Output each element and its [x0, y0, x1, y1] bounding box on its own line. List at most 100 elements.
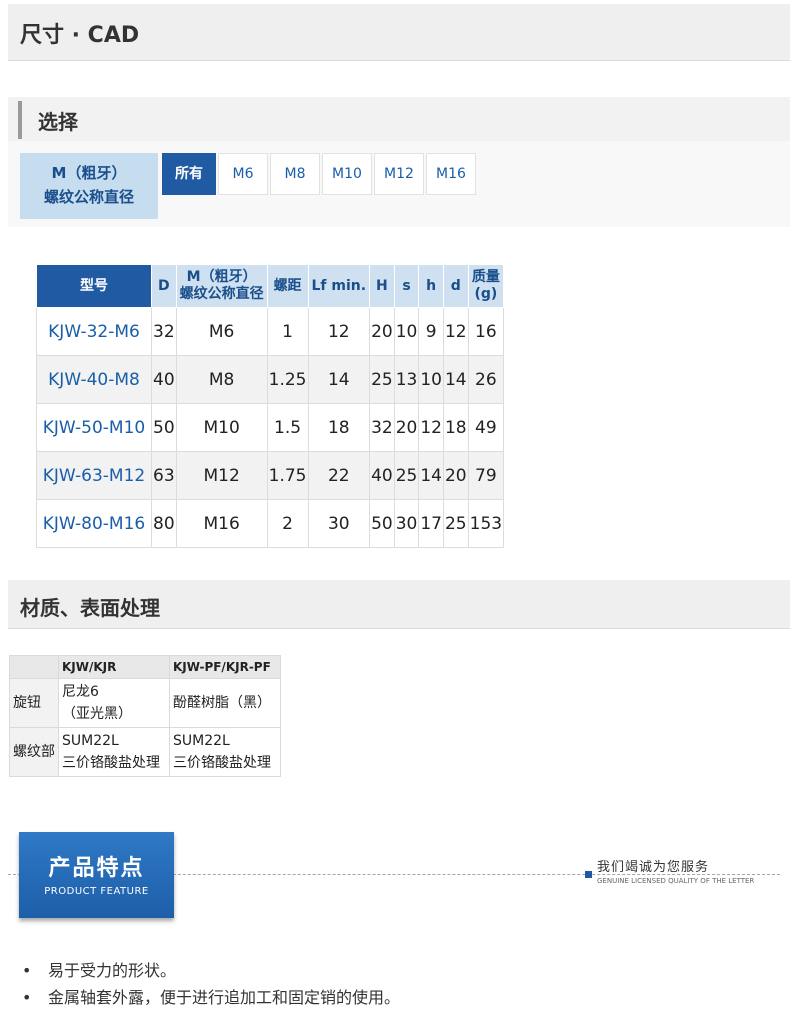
cell-mass: 16 [467, 307, 505, 356]
cell-s: 13 [393, 355, 420, 404]
cell-s: 10 [393, 307, 420, 356]
feature-title-en: PRODUCT FEATURE [44, 886, 149, 897]
table-row: KJW-32-M6 32 M6 1 12 20 10 9 12 16 [36, 307, 505, 356]
mat-cell-thread-kjw: SUM22L 三价铬酸盐处理 [58, 727, 170, 777]
col-header-lf: Lf min. [307, 264, 371, 308]
mat-row-label-knob: 旋钮 [9, 678, 59, 728]
mat-cell-thread-kjw-pf: SUM22L 三价铬酸盐处理 [169, 727, 281, 777]
cell-mass: 79 [467, 451, 505, 500]
section-header-dimensions: 尺寸 · CAD [8, 4, 790, 61]
square-bullet-icon [585, 871, 592, 878]
filter-label-line1: M（粗牙） [51, 164, 127, 182]
col-header-thread-line2: 螺纹公称直径 [179, 286, 264, 302]
list-item: 金属轴套外露，便于进行追加工和固定销的使用。 [22, 984, 400, 1011]
cell-h-upper: 20 [369, 307, 395, 356]
cell-h-lower: 9 [418, 307, 444, 356]
col-header-pitch: 螺距 [266, 264, 309, 308]
cell-lf: 14 [307, 355, 371, 404]
cell-thread: M10 [175, 403, 268, 452]
col-header-d: D [151, 264, 177, 308]
table-row: KJW-50-M10 50 M10 1.5 18 32 20 12 18 49 [36, 403, 505, 452]
dimensions-table-header: 型号 D M（粗牙） 螺纹公称直径 螺距 Lf min. H s h d 质量 … [36, 264, 505, 308]
mat-cell-knob-kjw-pf: 酚醛树脂（黑） [169, 678, 281, 728]
col-header-s: s [393, 264, 420, 308]
cell-thread: M12 [175, 451, 268, 500]
model-link[interactable]: KJW-50-M10 [36, 403, 152, 452]
material-table: KJW/KJR KJW-PF/KJR-PF 旋钮 尼龙6 （亚光黑） 酚醛树脂（… [9, 655, 281, 777]
feature-list: 易于受力的形状。 金属轴套外露，便于进行追加工和固定销的使用。 [22, 957, 400, 1011]
col-header-model: 型号 [36, 264, 152, 308]
section-title-selection: 选择 [38, 110, 78, 134]
model-link[interactable]: KJW-32-M6 [36, 307, 152, 356]
filter-label-line2: 螺纹公称直径 [43, 188, 134, 206]
model-link[interactable]: KJW-63-M12 [36, 451, 152, 500]
cell-d-lower: 14 [442, 355, 469, 404]
col-header-mass-line2: (g) [474, 286, 498, 302]
cell-pitch: 1.25 [266, 355, 309, 404]
table-row: KJW-40-M8 40 M8 1.25 14 25 13 10 14 26 [36, 355, 505, 404]
col-header-h-lower: h [418, 264, 444, 308]
cell-pitch: 1.75 [266, 451, 309, 500]
model-link[interactable]: KJW-80-M16 [36, 499, 152, 548]
mat-cell-line: 三价铬酸盐处理 [173, 755, 271, 771]
section-header-selection: 选择 [8, 97, 790, 142]
col-header-d-lower: d [442, 264, 469, 308]
filter-option-m10[interactable]: M10 [322, 153, 372, 195]
filter-option-all[interactable]: 所有 [162, 153, 216, 195]
mat-cell-line: （亚光黑） [62, 706, 132, 722]
cell-d-lower: 20 [442, 451, 469, 500]
col-header-mass-line1: 质量 [471, 269, 500, 285]
model-link[interactable]: KJW-40-M8 [36, 355, 152, 404]
mat-cell-line: SUM22L [173, 733, 230, 749]
cell-lf: 18 [307, 403, 371, 452]
cell-thread: M16 [175, 499, 268, 548]
cell-pitch: 1 [266, 307, 309, 356]
cell-s: 20 [393, 403, 420, 452]
cell-mass: 26 [467, 355, 505, 404]
filter-label: M（粗牙） 螺纹公称直径 [20, 153, 158, 219]
cell-d: 63 [151, 451, 177, 500]
cell-mass: 153 [467, 499, 505, 548]
cell-s: 30 [393, 499, 420, 548]
mat-row-label-thread: 螺纹部 [9, 727, 59, 777]
cell-lf: 12 [307, 307, 371, 356]
service-slogan-cn: 我们竭诚为您服务 [597, 860, 710, 875]
col-header-thread-line1: M（粗牙） [186, 269, 257, 285]
material-table-header: KJW/KJR KJW-PF/KJR-PF [9, 655, 281, 679]
mat-cell-line: SUM22L [62, 733, 119, 749]
mat-col-header-kjw-pf: KJW-PF/KJR-PF [169, 655, 281, 679]
col-header-mass: 质量 (g) [467, 264, 505, 308]
cell-h-upper: 40 [369, 451, 395, 500]
product-feature-badge: 产品特点 PRODUCT FEATURE [19, 832, 174, 918]
cell-mass: 49 [467, 403, 505, 452]
mat-col-header-kjw: KJW/KJR [58, 655, 170, 679]
filter-option-m16[interactable]: M16 [426, 153, 476, 195]
cell-s: 25 [393, 451, 420, 500]
cell-h-lower: 10 [418, 355, 444, 404]
cell-pitch: 2 [266, 499, 309, 548]
section-title-material: 材质、表面处理 [20, 596, 160, 620]
service-slogan-en: GENUINE LICENSED QUALITY OF THE LETTER [597, 877, 755, 885]
mat-cell-line: 尼龙6 [62, 684, 99, 700]
feature-title-cn: 产品特点 [48, 856, 145, 881]
cell-thread: M6 [175, 307, 268, 356]
section-accent-bar [18, 101, 22, 139]
section-title-dimensions: 尺寸 · CAD [20, 23, 140, 48]
table-row: KJW-63-M12 63 M12 1.75 22 40 25 14 20 79 [36, 451, 505, 500]
cell-d-lower: 18 [442, 403, 469, 452]
cell-d: 80 [151, 499, 177, 548]
cell-h-lower: 12 [418, 403, 444, 452]
cell-h-upper: 32 [369, 403, 395, 452]
cell-h-lower: 17 [418, 499, 444, 548]
table-row: 旋钮 尼龙6 （亚光黑） 酚醛树脂（黑） [9, 678, 281, 728]
cell-pitch: 1.5 [266, 403, 309, 452]
col-header-thread: M（粗牙） 螺纹公称直径 [175, 264, 268, 308]
filter-option-m6[interactable]: M6 [218, 153, 268, 195]
cell-lf: 30 [307, 499, 371, 548]
filter-option-m12[interactable]: M12 [374, 153, 424, 195]
filter-option-m8[interactable]: M8 [270, 153, 320, 195]
section-header-material: 材质、表面处理 [8, 580, 790, 629]
table-row: KJW-80-M16 80 M16 2 30 50 30 17 25 153 [36, 499, 505, 548]
mat-col-header-blank [9, 655, 59, 679]
cell-h-upper: 25 [369, 355, 395, 404]
